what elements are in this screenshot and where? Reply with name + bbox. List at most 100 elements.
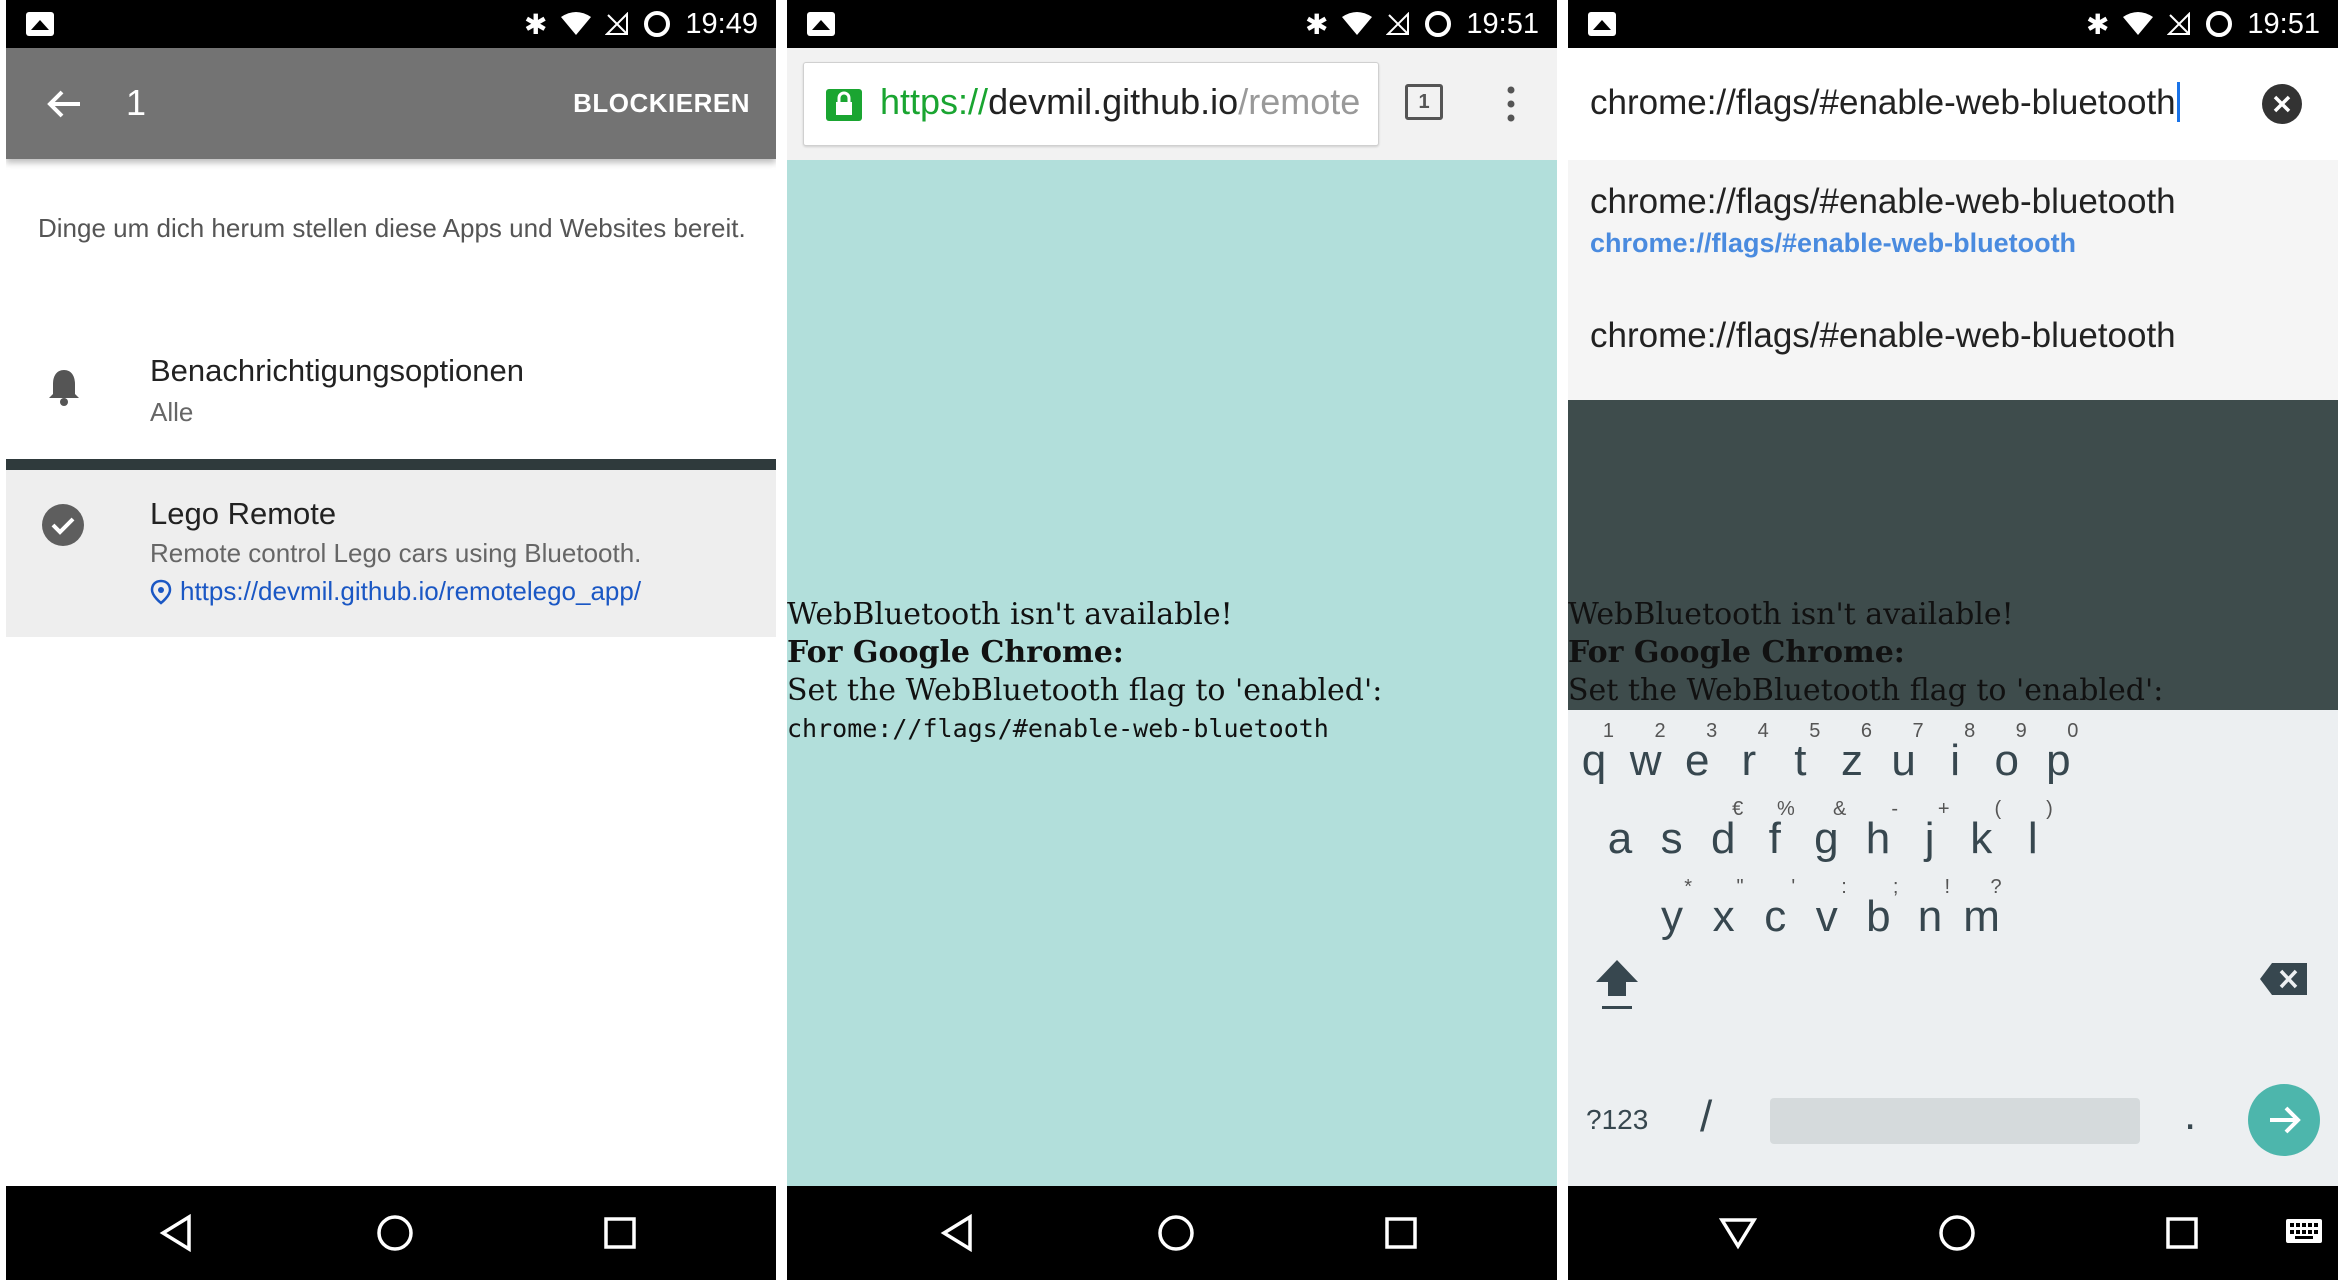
home-circle-icon <box>1158 1215 1194 1251</box>
chevron-down-icon <box>1718 1218 1758 1250</box>
key-j[interactable]: + j <box>1904 798 1956 872</box>
key-label: h <box>1865 814 1891 863</box>
bluetooth-icon: ✱ <box>2085 8 2110 40</box>
back-arrow-icon[interactable] <box>44 84 84 124</box>
bluetooth-icon: ✱ <box>523 8 548 40</box>
key-f[interactable]: % f <box>1749 798 1801 872</box>
key-h[interactable]: -h <box>1852 798 1904 872</box>
key-label: n <box>1917 892 1943 941</box>
key-s[interactable]: s <box>1646 802 1698 872</box>
key-l[interactable]: ) l <box>2007 798 2059 872</box>
key-t[interactable]: 5t <box>1774 720 1826 794</box>
navigation-bar <box>6 1186 776 1280</box>
key-r[interactable]: 4r <box>1723 720 1775 794</box>
key-i[interactable]: 8i <box>1929 720 1981 794</box>
key-w[interactable]: 2w <box>1620 720 1672 794</box>
key-z[interactable]: 6z <box>1826 720 1878 794</box>
nav-recents-button[interactable] <box>1346 1186 1456 1280</box>
toolbar: 1 BLOCKIEREN <box>6 48 776 159</box>
url-host: devmil.github.io <box>988 81 1239 122</box>
key-label: d <box>1710 814 1736 863</box>
close-icon <box>2273 95 2291 113</box>
panel-chrome-flags-input: ✱ 19:51 chrome://flags/#enable-web-bluet… <box>1568 0 2338 1280</box>
key-c[interactable]: ' c <box>1749 876 1801 950</box>
image-notification-icon <box>26 12 54 36</box>
bluetooth-icon: ✱ <box>1304 8 1329 40</box>
space-key[interactable] <box>1770 1098 2140 1144</box>
overflow-menu-icon[interactable] <box>1507 84 1515 124</box>
key-g[interactable]: & g <box>1800 798 1852 872</box>
key-k[interactable]: (k <box>1955 798 2007 872</box>
nav-home-button[interactable] <box>1902 1186 2012 1280</box>
suggestion-2-title[interactable]: chrome://flags/#enable-web-bluetooth <box>1590 316 2176 356</box>
backspace-key[interactable] <box>2258 960 2314 1000</box>
suggestion-1-title[interactable]: chrome://flags/#enable-web-bluetooth <box>1590 182 2176 222</box>
suggestion-1-url: chrome://flags/#enable-web-bluetooth <box>1590 228 2077 258</box>
key-label: p <box>2046 736 2071 785</box>
home-circle-icon <box>1939 1215 1975 1251</box>
key-m[interactable]: ? m <box>1956 876 2008 950</box>
key-n[interactable]: ! n <box>1904 876 1956 950</box>
key-q[interactable]: 1q <box>1568 720 1620 794</box>
item-url-link[interactable]: https://devmil.github.io/remotelego_app/ <box>150 576 641 607</box>
panel-nearby-settings: ✱ 19:49 1 BLOCKIEREN Dinge um dich herum… <box>6 0 776 1280</box>
key-e[interactable]: 3e <box>1671 720 1723 794</box>
physical-web-icon <box>150 579 172 605</box>
period-key[interactable]: . <box>2184 1090 2196 1140</box>
recents-square-icon <box>604 1217 636 1249</box>
navigation-bar <box>787 1186 1557 1280</box>
key-d[interactable]: € d <box>1697 798 1749 872</box>
description-text: Dinge um dich herum stellen diese Apps u… <box>38 213 746 243</box>
key-u[interactable]: 7u <box>1878 720 1930 794</box>
key-label: b <box>1866 892 1891 941</box>
key-label: o <box>1994 736 2020 785</box>
nav-back-button[interactable] <box>121 1186 231 1280</box>
image-notification-icon <box>807 12 835 36</box>
nav-home-button[interactable] <box>1121 1186 1231 1280</box>
nav-home-button[interactable] <box>340 1186 450 1280</box>
nav-recents-button[interactable] <box>565 1186 675 1280</box>
key-b[interactable]: ; b <box>1852 876 1904 950</box>
wifi-icon <box>561 12 592 35</box>
url-input[interactable]: chrome://flags/#enable-web-bluetooth <box>1590 82 2180 123</box>
key-v[interactable]: :v <box>1801 876 1853 950</box>
url-scheme: https:// <box>880 81 989 122</box>
key-label: f <box>1768 814 1781 863</box>
nearby-item-lego-remote[interactable]: Lego Remote Remote control Lego cars usi… <box>6 470 776 637</box>
arrow-right-icon <box>2270 1106 2301 1134</box>
message-line-2: For Google Chrome: <box>1568 635 1905 670</box>
enter-key[interactable] <box>2248 1084 2320 1156</box>
status-time: 19:49 <box>685 7 758 40</box>
nav-recents-button[interactable] <box>2127 1186 2237 1280</box>
block-button[interactable]: BLOCKIEREN <box>573 88 750 119</box>
item-description: Remote control Lego cars using Bluetooth… <box>150 538 642 568</box>
nav-hide-keyboard-button[interactable] <box>1683 1186 1793 1280</box>
tab-switcher-button[interactable]: 1 <box>1405 84 1443 120</box>
key-label: a <box>1607 814 1633 863</box>
item-url: https://devmil.github.io/remotelego_app/ <box>180 576 642 606</box>
key-o[interactable]: 9o <box>1981 720 2033 794</box>
symbols-key[interactable]: ?123 <box>1586 1104 1648 1136</box>
key-label: m <box>1963 892 2000 941</box>
recents-square-icon <box>1385 1217 1417 1249</box>
clear-input-button[interactable] <box>2262 84 2302 124</box>
sync-icon <box>644 11 671 37</box>
key-label: w <box>1629 736 1662 785</box>
key-a[interactable]: a <box>1594 802 1646 872</box>
shift-key[interactable] <box>1592 956 1656 1026</box>
key-x[interactable]: " x <box>1698 876 1750 950</box>
notification-options-value: Alle <box>150 397 194 427</box>
status-bar: ✱ 19:49 <box>6 0 776 48</box>
soft-keyboard: 1 q 2 w 3 e 4 r 5 t 6 z 7 u 8 i 9 o 0 p a s € d% f & g - h + j(k) l * y " x… <box>1568 710 2338 1186</box>
keyboard-switch-icon[interactable] <box>2284 1213 2324 1249</box>
message-line-1: WebBluetooth isn't available! <box>787 597 1233 632</box>
key-y[interactable]: * y <box>1646 876 1698 950</box>
nav-back-button[interactable] <box>902 1186 1012 1280</box>
slash-key[interactable]: / <box>1700 1092 1712 1142</box>
notification-options-label[interactable]: Benachrichtigungsoptionen <box>150 353 524 389</box>
key-p[interactable]: 0p <box>2032 720 2084 794</box>
key-label: t <box>1794 736 1807 785</box>
key-label: x <box>1712 892 1735 941</box>
key-label: e <box>1684 736 1710 785</box>
omnibox[interactable]: https://devmil.github.io/remote <box>803 62 1379 146</box>
